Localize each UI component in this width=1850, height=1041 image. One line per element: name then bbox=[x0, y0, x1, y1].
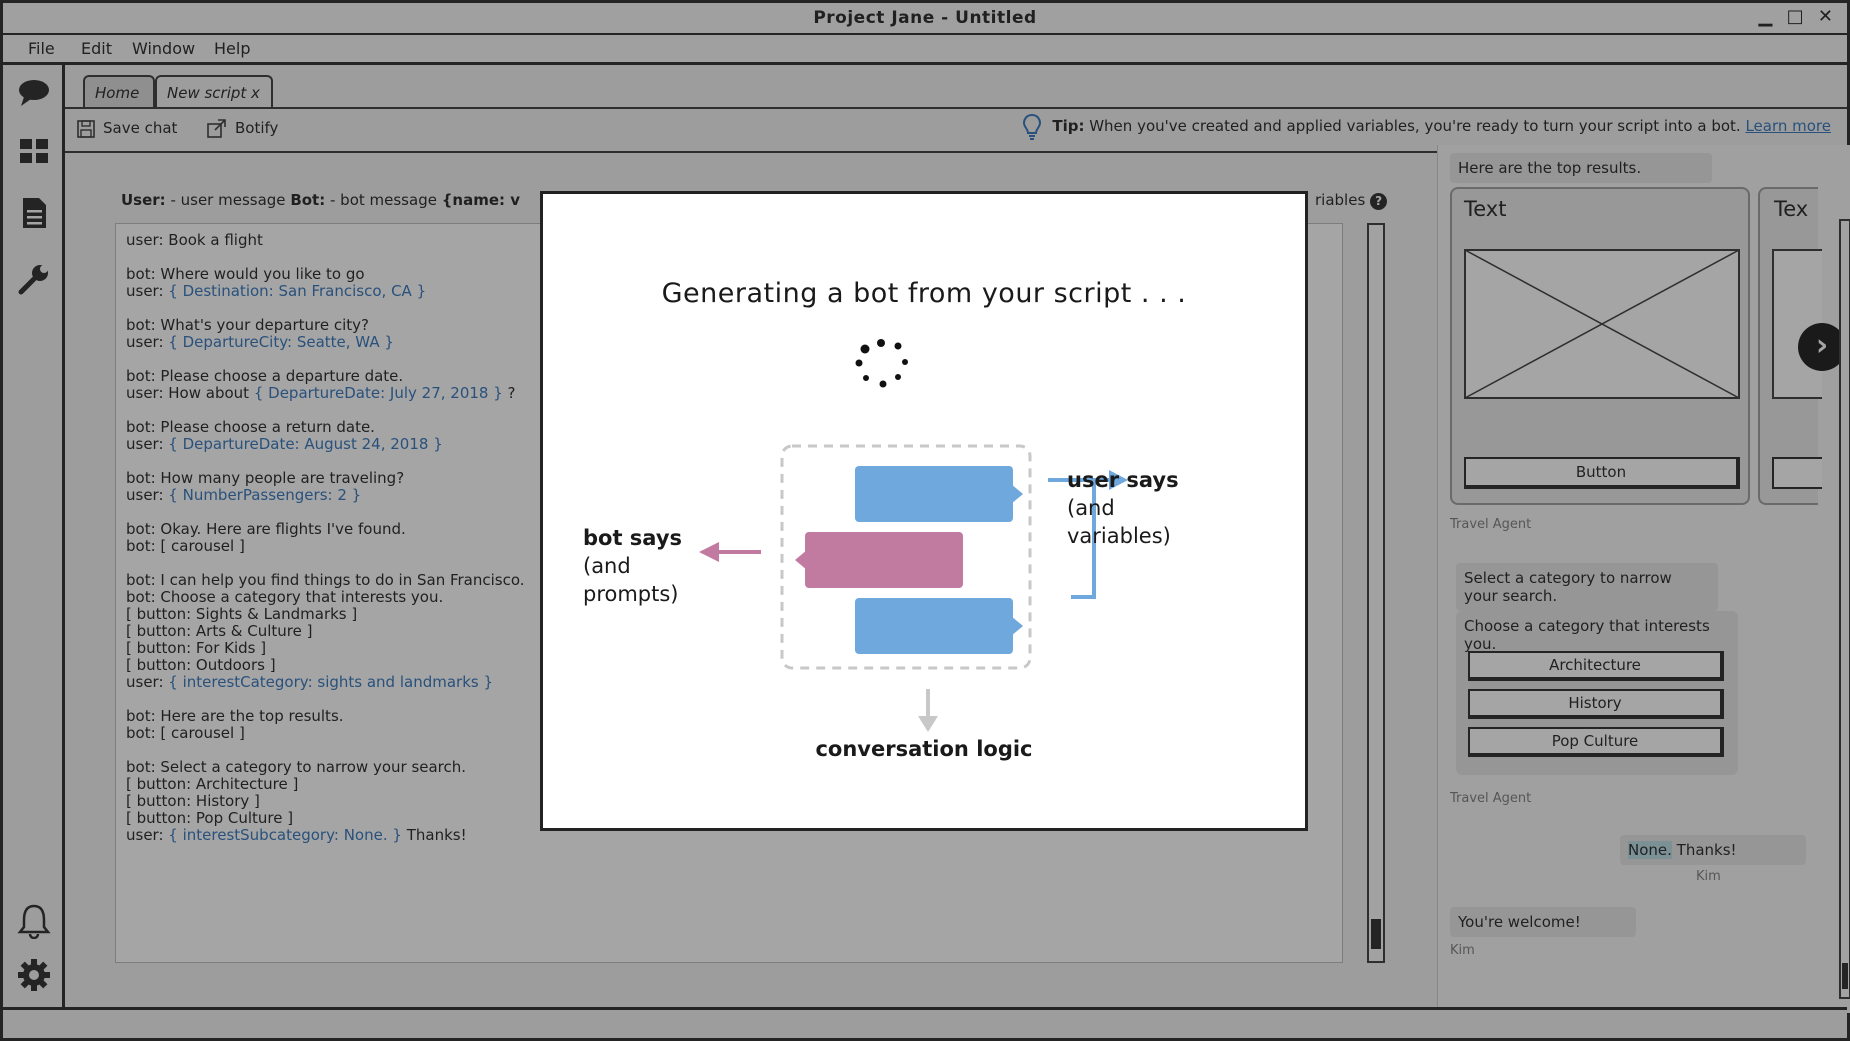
user-says-sub-2: variables) bbox=[1067, 524, 1171, 548]
user-bubble-top bbox=[855, 466, 1023, 522]
loading-spinner-icon bbox=[855, 339, 908, 388]
generating-bot-dialog: Generating a bot from your script . . . bbox=[540, 191, 1308, 831]
user-says-label: user says (and variables) bbox=[1067, 466, 1179, 550]
user-bubble-bottom bbox=[855, 598, 1023, 654]
bot-bubble bbox=[795, 532, 963, 588]
bot-says-sub-2: prompts) bbox=[583, 582, 679, 606]
conversation-logic-label: conversation logic bbox=[815, 737, 1033, 761]
conversation-logic-arrow bbox=[918, 689, 938, 732]
bot-says-label: bot says (and prompts) bbox=[583, 524, 682, 608]
user-says-sub-1: (and bbox=[1067, 496, 1115, 520]
user-says-title: user says bbox=[1067, 468, 1179, 492]
bot-says-title: bot says bbox=[583, 526, 683, 550]
bot-says-sub-1: (and bbox=[583, 554, 631, 578]
bot-says-arrow bbox=[699, 542, 761, 562]
